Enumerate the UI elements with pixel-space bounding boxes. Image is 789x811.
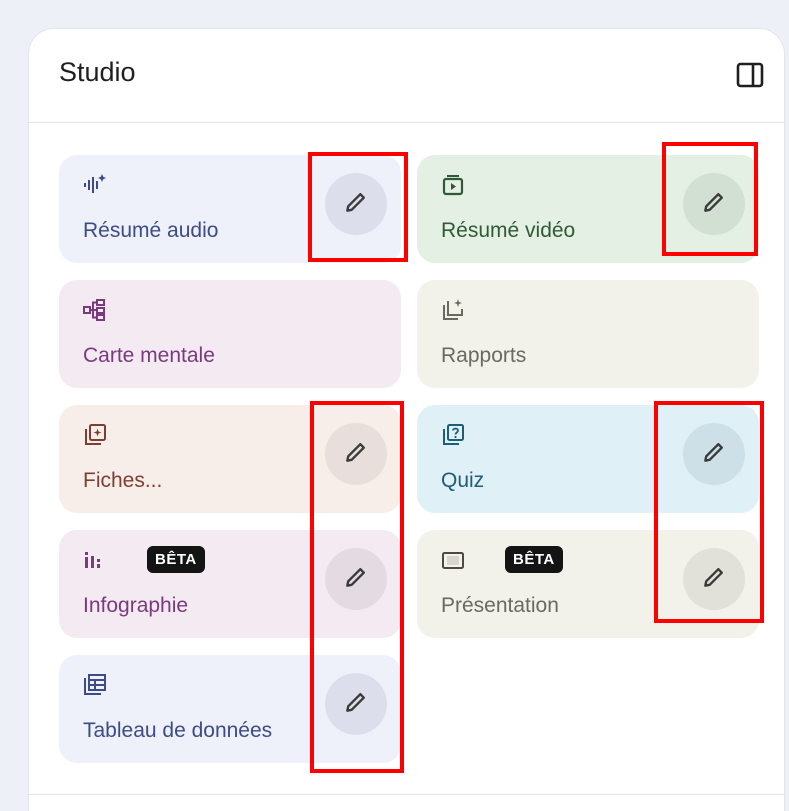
edit-button[interactable]	[325, 673, 387, 735]
video-icon	[441, 173, 465, 197]
pencil-icon	[343, 689, 369, 720]
edit-button[interactable]	[683, 548, 745, 610]
pencil-icon	[343, 564, 369, 595]
card-label: Carte mentale	[83, 344, 215, 367]
audio-waveform-icon	[83, 173, 107, 197]
beta-badge: BÊTA	[505, 546, 563, 573]
panel-title: Studio	[59, 57, 136, 87]
pencil-icon	[701, 439, 727, 470]
edit-button[interactable]	[325, 423, 387, 485]
panel-header: Studio	[29, 29, 784, 123]
pencil-icon	[343, 189, 369, 220]
flashcards-icon	[83, 423, 107, 447]
edit-button[interactable]	[683, 173, 745, 235]
infographic-icon	[83, 548, 107, 572]
edit-button[interactable]	[325, 173, 387, 235]
card-label: Infographie	[83, 594, 189, 617]
card-label: Présentation	[441, 594, 559, 617]
pencil-icon	[343, 439, 369, 470]
card-label: Résumé audio	[83, 219, 219, 242]
card-rapports[interactable]: Rapports	[417, 280, 759, 388]
card-label: Résumé vidéo	[441, 219, 576, 242]
report-icon	[441, 298, 465, 322]
mind-map-icon	[83, 298, 107, 322]
slides-icon	[441, 548, 465, 572]
quiz-icon	[441, 423, 465, 447]
side-panel-icon[interactable]	[734, 59, 766, 91]
card-resume-video[interactable]: Résumé vidéo	[417, 155, 759, 263]
card-label: Fiches...	[83, 469, 163, 492]
edit-button[interactable]	[683, 423, 745, 485]
card-quiz[interactable]: Quiz	[417, 405, 759, 513]
data-table-icon	[83, 673, 107, 697]
card-label: Quiz	[441, 469, 485, 492]
card-carte-mentale[interactable]: Carte mentale	[59, 280, 401, 388]
pencil-icon	[701, 564, 727, 595]
card-fiches[interactable]: Fiches...	[59, 405, 401, 513]
card-label: Tableau de données	[83, 719, 273, 742]
beta-badge: BÊTA	[147, 546, 205, 573]
edit-button[interactable]	[325, 548, 387, 610]
card-label: Rapports	[441, 344, 527, 367]
divider	[29, 794, 784, 795]
card-presentation[interactable]: BÊTA Présentation	[417, 530, 759, 638]
studio-panel: Studio Résumé audio Résumé vidéo Carte m…	[28, 28, 785, 811]
pencil-icon	[701, 189, 727, 220]
card-infographie[interactable]: BÊTA Infographie	[59, 530, 401, 638]
card-resume-audio[interactable]: Résumé audio	[59, 155, 401, 263]
card-tableau[interactable]: Tableau de données	[59, 655, 401, 763]
